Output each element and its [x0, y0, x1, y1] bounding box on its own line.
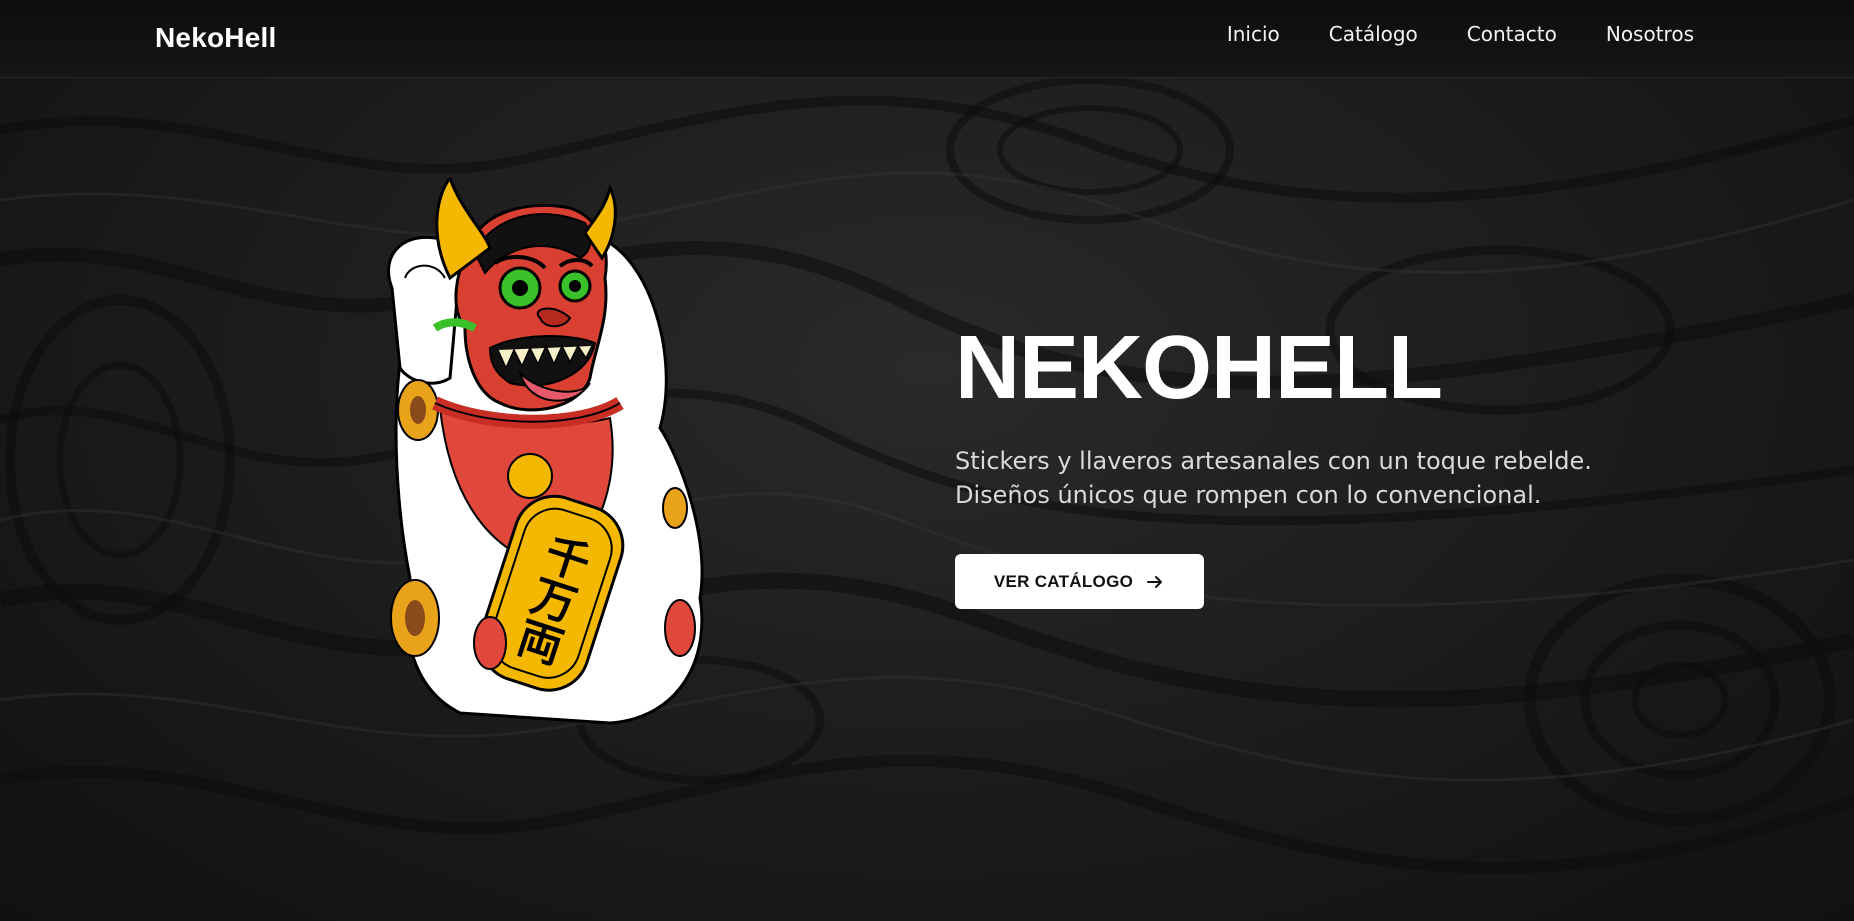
hero-subtitle-line-2: Diseños únicos que rompen con lo convenc…: [955, 481, 1542, 509]
nav-link-contacto[interactable]: Contacto: [1467, 22, 1557, 46]
brand-logo[interactable]: NekoHell: [155, 22, 276, 54]
view-catalog-button[interactable]: VER CATÁLOGO: [955, 554, 1204, 609]
main-nav: Inicio Catálogo Contacto Nosotros: [1227, 22, 1694, 46]
hero-subtitle-line-1: Stickers y llaveros artesanales con un t…: [955, 447, 1592, 475]
arrow-right-icon: [1147, 575, 1163, 588]
view-catalog-label: VER CATÁLOGO: [993, 571, 1134, 591]
nav-link-inicio[interactable]: Inicio: [1227, 22, 1280, 46]
nav-link-catalogo[interactable]: Catálogo: [1329, 22, 1418, 46]
site-header: NekoHell Inicio Catálogo Contacto Nosotr…: [0, 0, 1854, 78]
hero-subtitle: Stickers y llaveros artesanales con un t…: [955, 444, 1592, 512]
hero-title: NEKOHELL: [955, 318, 1443, 418]
page: NekoHell Inicio Catálogo Contacto Nosotr…: [0, 0, 1854, 921]
nav-link-nosotros[interactable]: Nosotros: [1606, 22, 1694, 46]
hero-section: NEKOHELL Stickers y llaveros artesanales…: [955, 318, 1592, 609]
oni-lucky-cat-illustration: 千万両: [387, 178, 704, 725]
